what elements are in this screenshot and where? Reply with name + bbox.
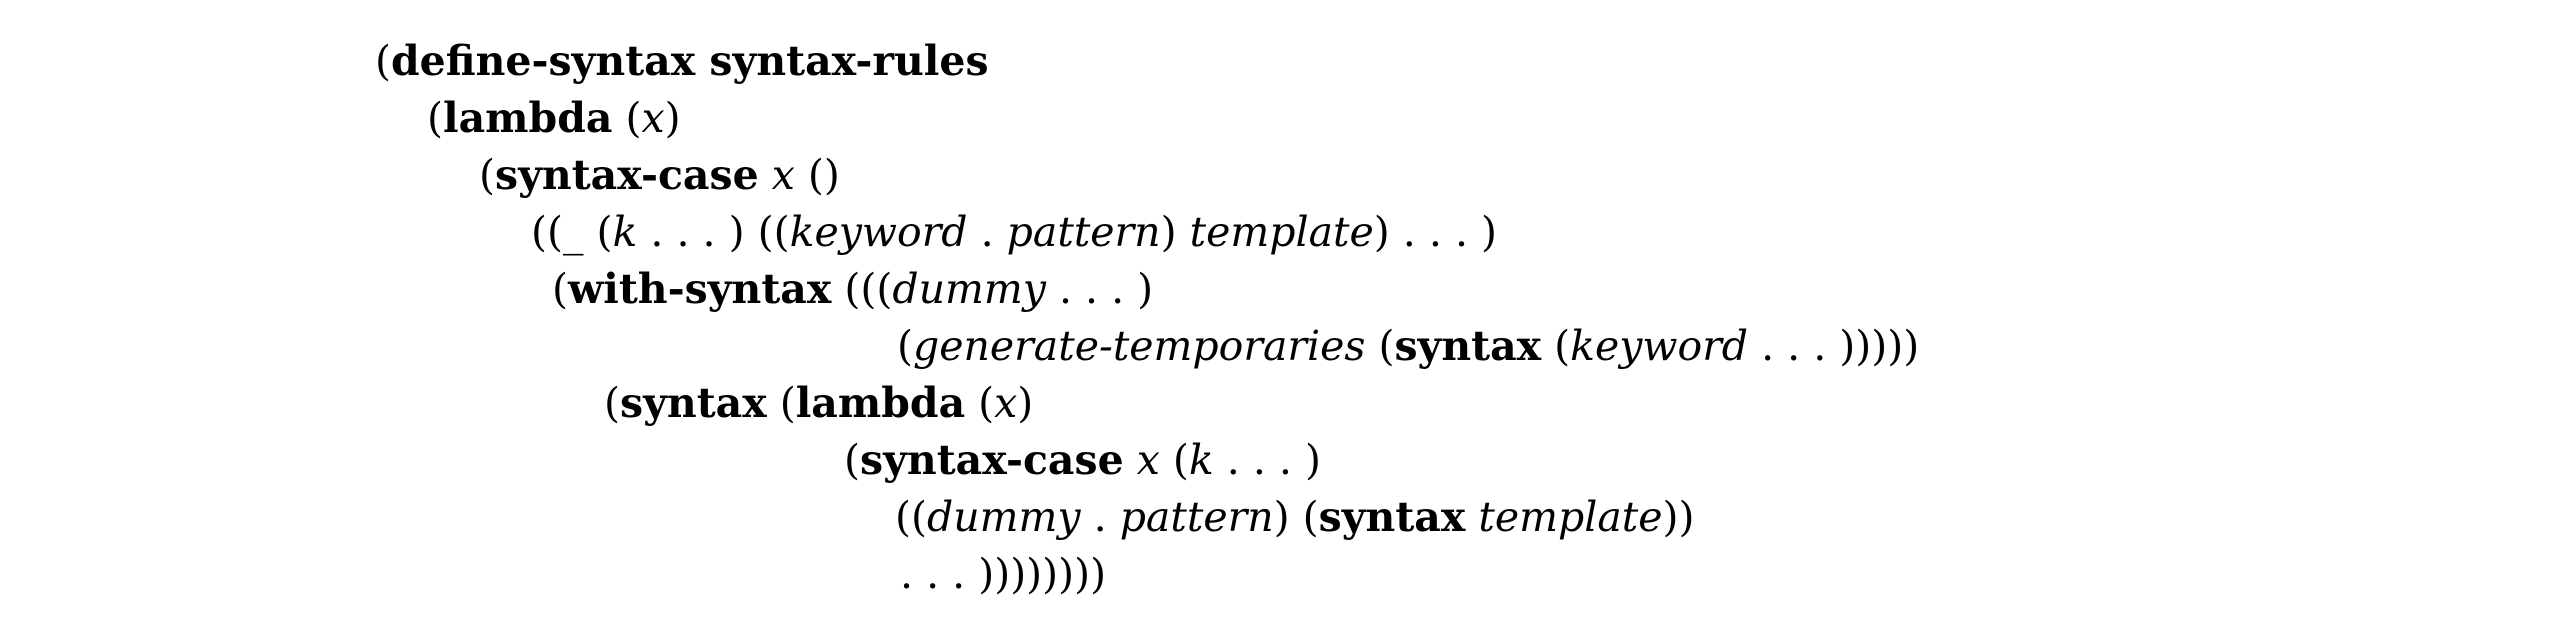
code-keyword: define-syntax syntax-rules	[391, 37, 989, 85]
code-punctuation: (	[844, 436, 860, 484]
code-line: ((_ (k . . . ) ((keyword . pattern) temp…	[531, 204, 1497, 260]
code-keyword: syntax	[620, 379, 767, 427]
code-line: ((dummy . pattern) (syntax template))	[895, 489, 1695, 545]
code-punctuation: (	[1365, 322, 1395, 370]
code-keyword: syntax	[1394, 322, 1542, 370]
code-variable: template	[1189, 208, 1374, 256]
code-line: (syntax-case x (k . . . )	[844, 432, 1321, 488]
code-punctuation	[1124, 436, 1137, 484]
code-variable: pattern	[1006, 208, 1161, 256]
code-punctuation: (((	[831, 265, 893, 313]
code-keyword: syntax-case	[860, 436, 1124, 484]
code-keyword: syntax	[1318, 493, 1466, 541]
code-punctuation: (	[766, 379, 796, 427]
code-punctuation: . . . )	[1213, 436, 1321, 484]
code-punctuation	[759, 151, 772, 199]
code-punctuation: (	[1541, 322, 1571, 370]
code-punctuation: ((_ (	[531, 208, 613, 256]
code-line: (syntax-case x ()	[479, 147, 840, 203]
code-keyword: lambda	[443, 94, 613, 142]
code-variable: k	[612, 208, 638, 256]
code-variable: k	[1188, 436, 1214, 484]
code-punctuation: (	[612, 94, 642, 142]
code-variable: template	[1478, 493, 1663, 541]
code-keyword: lambda	[795, 379, 966, 427]
code-punctuation: ()	[794, 151, 840, 199]
code-punctuation: ) . . . )	[1373, 208, 1498, 256]
code-punctuation: . . . ))))))))	[900, 550, 1107, 598]
code-line: (lambda (x)	[427, 90, 681, 146]
code-punctuation: . . . )	[1045, 265, 1154, 313]
code-variable: x	[771, 151, 795, 199]
code-punctuation: (	[604, 379, 620, 427]
code-punctuation: (	[427, 94, 443, 142]
code-punctuation: )	[1160, 208, 1190, 256]
code-punctuation: ))	[1662, 493, 1695, 541]
code-variable: x	[1136, 436, 1160, 484]
code-line: . . . ))))))))	[900, 546, 1106, 602]
code-listing: (define-syntax syntax-rules (lambda (x) …	[0, 0, 2550, 625]
code-punctuation: (	[965, 379, 995, 427]
code-punctuation: . . . )))))	[1748, 322, 1920, 370]
code-line: (with-syntax (((dummy . . . )	[552, 261, 1153, 317]
code-variable: dummy	[892, 265, 1046, 313]
code-punctuation: . . . ) ((	[637, 208, 790, 256]
code-punctuation: .	[1080, 493, 1120, 541]
code-punctuation: (	[897, 322, 913, 370]
code-variable: generate-temporaries	[913, 322, 1366, 370]
code-variable: dummy	[927, 493, 1081, 541]
code-variable: x	[641, 94, 665, 142]
code-variable: x	[994, 379, 1018, 427]
code-punctuation: ) (	[1273, 493, 1319, 541]
code-punctuation: (	[479, 151, 495, 199]
code-variable: keyword	[1570, 322, 1749, 370]
code-punctuation: )	[1017, 379, 1034, 427]
code-punctuation: (	[552, 265, 568, 313]
code-punctuation: (	[375, 37, 391, 85]
code-line: (syntax (lambda (x)	[604, 375, 1033, 431]
code-line: (define-syntax syntax-rules	[375, 33, 989, 89]
code-variable: keyword	[789, 208, 968, 256]
code-punctuation: .	[967, 208, 1007, 256]
code-keyword: with-syntax	[568, 265, 832, 313]
code-variable: pattern	[1119, 493, 1274, 541]
code-punctuation: (	[1159, 436, 1189, 484]
code-punctuation	[1465, 493, 1478, 541]
code-punctuation: )	[664, 94, 681, 142]
code-keyword: syntax-case	[495, 151, 759, 199]
code-punctuation: ((	[895, 493, 927, 541]
code-line: (generate-temporaries (syntax (keyword .…	[897, 318, 1919, 374]
